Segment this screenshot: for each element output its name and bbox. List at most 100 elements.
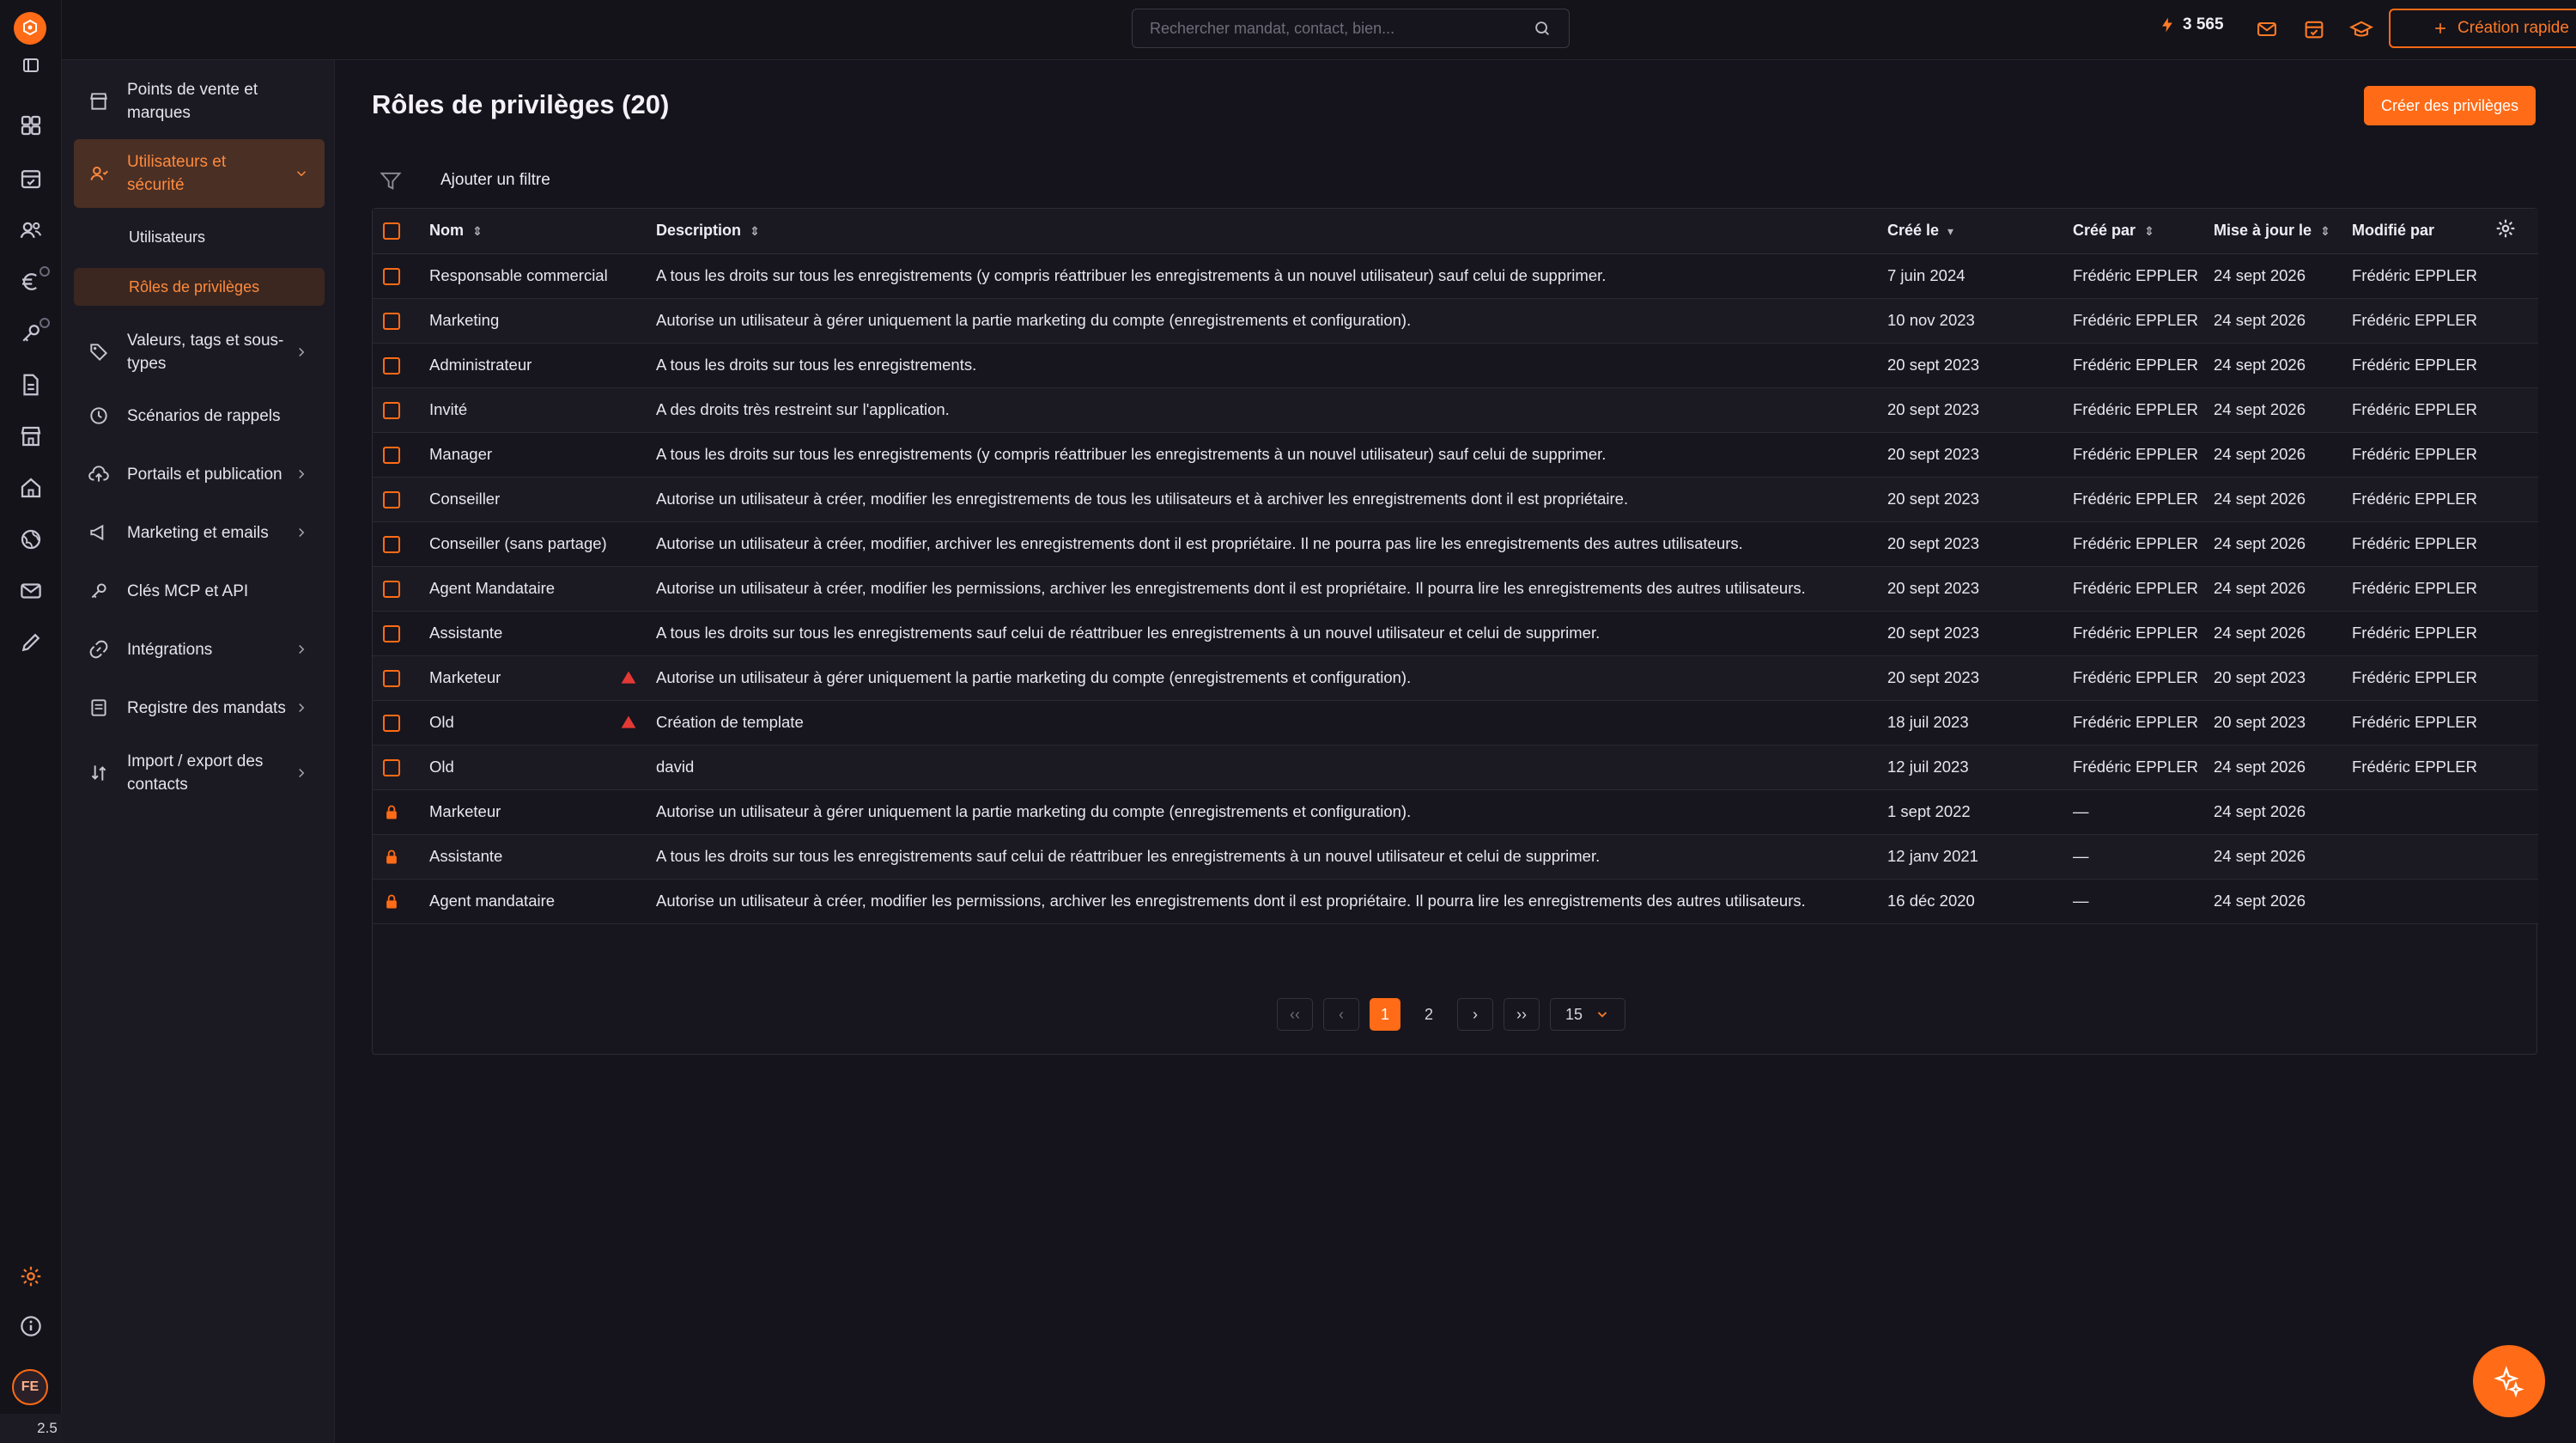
role-name[interactable]: Assistante	[429, 624, 502, 642]
sidebar-item-utilisateurs-securite[interactable]: Utilisateurs et sécurité	[74, 139, 325, 208]
info-icon[interactable]	[10, 1306, 52, 1347]
agenda-icon[interactable]	[2297, 12, 2331, 46]
table-row[interactable]: Responsable commercial A tous les droits …	[373, 253, 2538, 298]
sort-icon[interactable]: ⇕	[750, 224, 760, 239]
role-name[interactable]: Conseiller	[429, 490, 500, 508]
sidebar-item-valeurs-tags[interactable]: Valeurs, tags et sous-types	[74, 325, 325, 380]
sidebar-item-integrations[interactable]: Intégrations	[74, 624, 325, 675]
role-name[interactable]: Agent mandataire	[429, 892, 555, 910]
global-search[interactable]	[1132, 9, 1570, 48]
table-row[interactable]: Agent mandataire Autorise un utilisateur …	[373, 879, 2538, 923]
page-size-select[interactable]: 15	[1550, 998, 1625, 1031]
page-1-button[interactable]: 1	[1370, 998, 1400, 1031]
role-name[interactable]: Marketing	[429, 311, 499, 330]
table-row[interactable]: Old david 12 juil 2023 Frédéric EPPLER 24 se…	[373, 745, 2538, 789]
sidebar-item-portails[interactable]: Portails et publication	[74, 448, 325, 500]
table-row[interactable]: Manager A tous les droits sur tous les en…	[373, 432, 2538, 477]
row-checkbox[interactable]	[383, 625, 400, 643]
row-checkbox[interactable]	[383, 313, 400, 331]
sort-icon[interactable]: ⇕	[2320, 224, 2330, 239]
row-checkbox[interactable]	[383, 402, 400, 420]
role-name[interactable]: Marketeur	[429, 802, 501, 821]
search-icon[interactable]	[1533, 19, 1552, 38]
role-name[interactable]: Administrateur	[429, 356, 532, 374]
row-checkbox[interactable]	[383, 581, 400, 599]
table-row[interactable]: Old Création de template 18 juil 2023 Frédé…	[373, 700, 2538, 745]
sidebar-subitem-roles-privileges[interactable]: Rôles de privilèges	[74, 268, 325, 306]
row-checkbox[interactable]	[383, 715, 400, 733]
sidebar-item-registre-mandats[interactable]: Registre des mandats	[74, 682, 325, 734]
role-name[interactable]: Old	[429, 713, 454, 732]
role-name[interactable]: Assistante	[429, 847, 502, 866]
create-privileges-button[interactable]: Créer des privilèges	[2364, 86, 2536, 125]
table-row[interactable]: Marketing Autorise un utilisateur à gérer…	[373, 298, 2538, 343]
shop-icon[interactable]	[10, 416, 52, 457]
column-header-description[interactable]: Description ⇕	[646, 209, 1877, 253]
house-icon[interactable]	[10, 467, 52, 508]
column-header-created-on[interactable]: Créé le ▾	[1877, 209, 2063, 253]
globe-icon[interactable]	[10, 519, 52, 560]
gear-icon[interactable]	[2494, 217, 2517, 240]
table-row[interactable]: Conseiller Autorise un utilisateur à crée…	[373, 477, 2538, 521]
row-checkbox[interactable]	[383, 536, 400, 554]
last-page-button[interactable]: ››	[1504, 998, 1540, 1031]
table-row[interactable]: Agent Mandataire Autorise un utilisateur …	[373, 566, 2538, 611]
app-logo[interactable]	[14, 12, 46, 45]
mail-icon[interactable]	[10, 570, 52, 612]
credits-counter[interactable]: 3 565	[2159, 15, 2224, 34]
key-icon[interactable]	[10, 313, 52, 354]
role-name[interactable]: Manager	[429, 445, 492, 464]
sidebar-item-points-de-vente[interactable]: Points de vente et marques	[74, 74, 325, 129]
settings-icon[interactable]	[10, 1256, 52, 1297]
sidebar-item-marketing[interactable]: Marketing et emails	[74, 507, 325, 558]
sidebar-subitem-utilisateurs[interactable]: Utilisateurs	[74, 218, 325, 256]
row-checkbox[interactable]	[383, 491, 400, 509]
role-name[interactable]: Old	[429, 758, 454, 776]
column-header-modified-by[interactable]: Modifié par	[2342, 209, 2484, 253]
row-checkbox[interactable]	[383, 759, 400, 777]
table-row[interactable]: Marketeur Autorise un utilisateur à gérer…	[373, 655, 2538, 700]
prev-page-button[interactable]: ‹	[1323, 998, 1359, 1031]
euro-icon[interactable]	[10, 261, 52, 302]
column-settings[interactable]	[2484, 209, 2538, 253]
role-name[interactable]: Invité	[429, 400, 467, 419]
academy-icon[interactable]	[2344, 12, 2379, 46]
add-filter-button[interactable]: Ajouter un filtre	[440, 171, 550, 190]
sort-icon[interactable]: ⇕	[2144, 224, 2154, 239]
user-avatar[interactable]: FE	[12, 1369, 48, 1405]
filter-bar[interactable]: Ajouter un filtre	[379, 168, 550, 192]
table-row[interactable]: Assistante A tous les droits sur tous les…	[373, 611, 2538, 655]
filter-icon[interactable]	[379, 168, 403, 192]
table-row[interactable]: Administrateur A tous les droits sur tous…	[373, 343, 2538, 387]
select-all-checkbox[interactable]	[383, 222, 400, 240]
sidebar-item-scenarios-rappels[interactable]: Scénarios de rappels	[74, 390, 325, 441]
next-page-button[interactable]: ›	[1457, 998, 1493, 1031]
sort-icon[interactable]: ⇕	[472, 224, 483, 239]
sidebar-item-import-export[interactable]: Import / export des contacts	[74, 746, 325, 801]
table-row[interactable]: Invité A des droits très restreint sur l'…	[373, 387, 2538, 432]
row-checkbox[interactable]	[383, 447, 400, 465]
inbox-icon[interactable]	[2250, 12, 2284, 46]
role-name[interactable]: Agent Mandataire	[429, 579, 555, 598]
table-row[interactable]: Conseiller (sans partage) Autorise un uti…	[373, 521, 2538, 566]
sidebar-item-cles-api[interactable]: Clés MCP et API	[74, 565, 325, 617]
role-name[interactable]: Marketeur	[429, 668, 501, 687]
sort-desc-icon[interactable]: ▾	[1947, 224, 1953, 239]
first-page-button[interactable]: ‹‹	[1277, 998, 1313, 1031]
search-input[interactable]	[1150, 19, 1493, 38]
documents-icon[interactable]	[10, 364, 52, 405]
column-header-created-by[interactable]: Créé par ⇕	[2063, 209, 2203, 253]
dashboard-icon[interactable]	[10, 105, 52, 146]
calendar-icon[interactable]	[10, 158, 52, 199]
role-name[interactable]: Responsable commercial	[429, 266, 608, 285]
page-2-button[interactable]: 2	[1411, 998, 1447, 1031]
row-checkbox[interactable]	[383, 357, 400, 375]
quick-create-button[interactable]: Création rapide	[2389, 9, 2576, 48]
table-row[interactable]: Marketeur Autorise un utilisateur à gérer…	[373, 789, 2538, 834]
role-name[interactable]: Conseiller (sans partage)	[429, 534, 607, 553]
toggle-sidebar-icon[interactable]	[10, 45, 52, 86]
row-checkbox[interactable]	[383, 670, 400, 688]
column-header-name[interactable]: Nom ⇕	[419, 209, 646, 253]
column-header-updated-on[interactable]: Mise à jour le ⇕	[2203, 209, 2342, 253]
table-row[interactable]: Assistante A tous les droits sur tous les…	[373, 834, 2538, 879]
